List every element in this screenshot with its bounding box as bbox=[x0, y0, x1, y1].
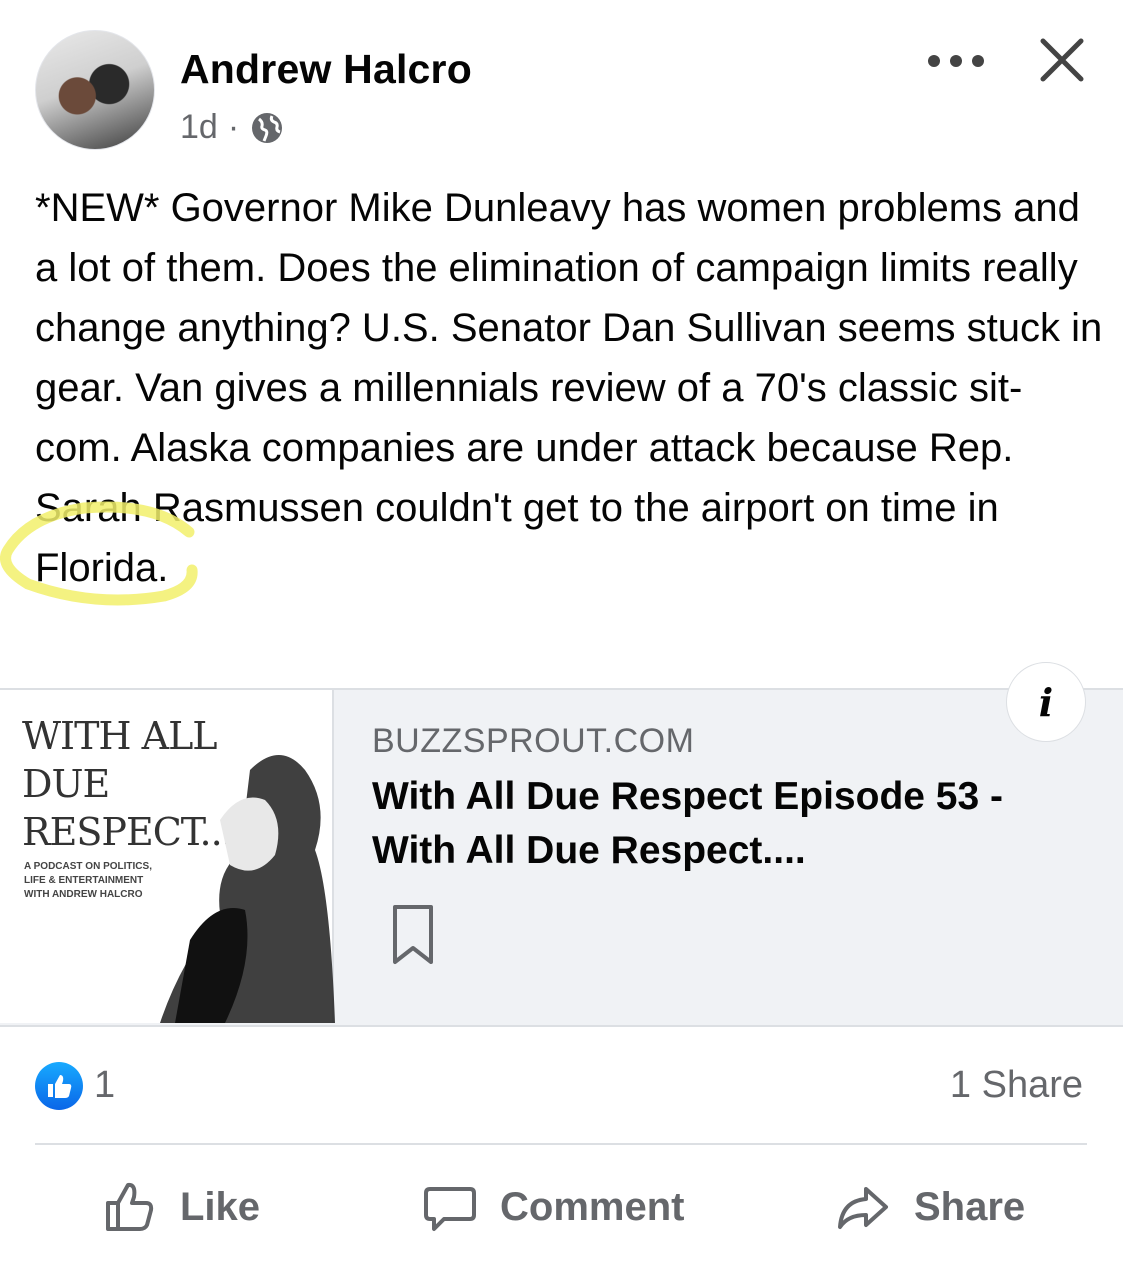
link-title[interactable]: With All Due Respect Episode 53 - With A… bbox=[372, 770, 1092, 878]
thumbs-up-icon bbox=[48, 1075, 72, 1098]
meta-separator: · bbox=[227, 108, 240, 146]
comment-icon bbox=[424, 1187, 476, 1231]
thumbs-up-icon bbox=[106, 1182, 154, 1231]
link-domain: BUZZSPROUT.COM bbox=[372, 722, 695, 760]
thumbnail-subtitle: A PODCAST ON POLITICS, LIFE & ENTERTAINM… bbox=[24, 861, 152, 900]
more-options-icon[interactable] bbox=[928, 46, 984, 76]
share-arrow-icon bbox=[838, 1187, 888, 1229]
author-name[interactable]: Andrew Halcro bbox=[180, 46, 472, 93]
like-button[interactable]: Like bbox=[102, 1175, 260, 1239]
bookmark-icon[interactable] bbox=[392, 904, 434, 966]
highlight-scribble bbox=[0, 501, 198, 606]
author-avatar[interactable] bbox=[35, 30, 155, 150]
like-count[interactable]: 1 bbox=[94, 1064, 115, 1107]
like-label: Like bbox=[180, 1184, 261, 1229]
share-count[interactable]: 1 Share bbox=[950, 1064, 1083, 1107]
thumbnail-portrait-image bbox=[160, 755, 335, 1023]
info-button[interactable]: i bbox=[1006, 662, 1086, 742]
divider bbox=[35, 1143, 1087, 1145]
close-icon[interactable] bbox=[1038, 36, 1086, 84]
comment-button[interactable]: Comment bbox=[422, 1175, 684, 1239]
globe-icon bbox=[252, 112, 283, 143]
post-time[interactable]: 1d bbox=[180, 108, 218, 147]
like-reaction-icon[interactable] bbox=[35, 1062, 83, 1110]
share-button[interactable]: Share bbox=[836, 1175, 1025, 1239]
comment-label: Comment bbox=[500, 1184, 685, 1229]
share-label: Share bbox=[914, 1184, 1026, 1229]
post-meta: 1d · bbox=[180, 108, 285, 147]
